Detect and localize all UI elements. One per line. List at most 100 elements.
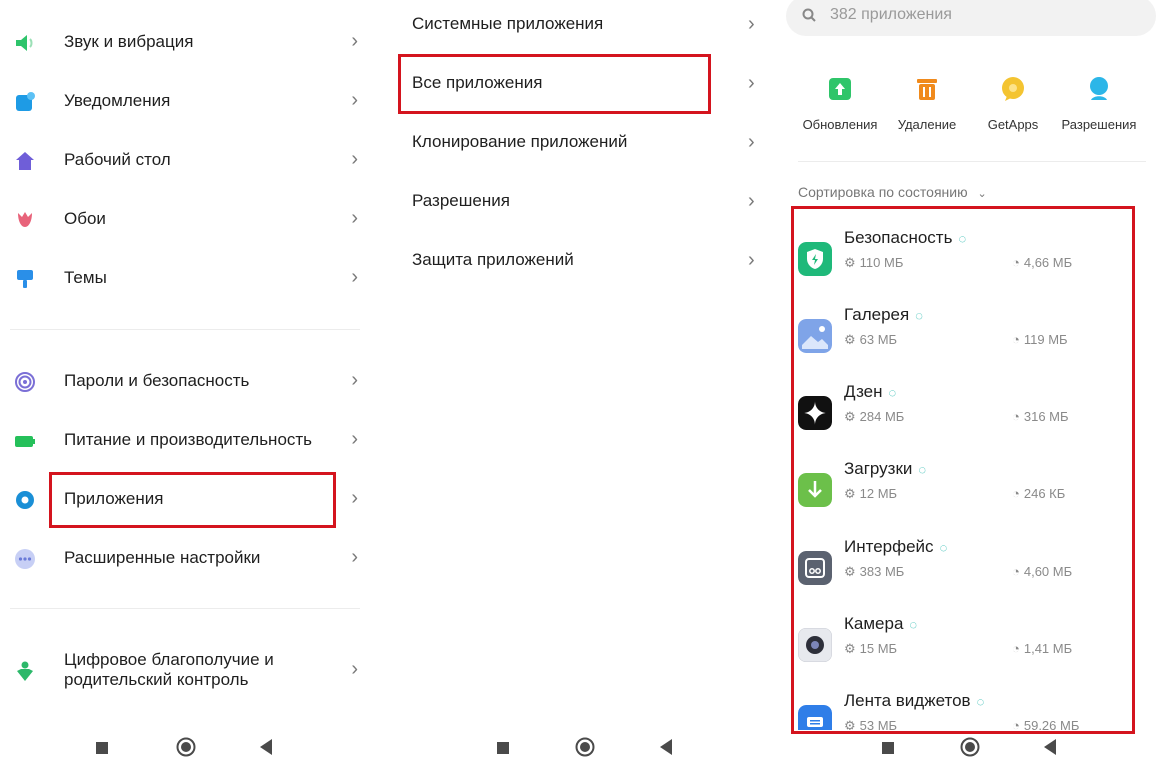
app-name: Безопасность ◌ (844, 228, 967, 247)
permissions-icon (1090, 77, 1108, 100)
menu-item-app-protection[interactable]: Защита приложений › (384, 236, 776, 286)
quick-action-uninstall[interactable]: Удаление (882, 74, 972, 132)
pie-icon: ◔ (1012, 564, 1020, 579)
settings-item-advanced[interactable]: Расширенные настройки › (0, 533, 378, 583)
menu-item-label: Разрешения (412, 191, 510, 210)
settings-item-apps[interactable]: Приложения › (0, 474, 378, 524)
trash-icon (917, 79, 937, 100)
quick-action-label: Разрешения (1061, 117, 1137, 132)
menu-item-label: Клонирование приложений (412, 132, 628, 151)
chevron-down-icon: ⌄ (977, 188, 987, 200)
settings-item-label: Темы (64, 268, 107, 287)
menu-item-label: Все приложения (412, 73, 543, 92)
loading-icon: ◌ (918, 462, 927, 478)
notification-icon (16, 92, 35, 111)
loading-icon: ◌ (909, 617, 918, 633)
search-placeholder: 382 приложения (830, 6, 952, 23)
quick-action-getapps[interactable]: GetApps (968, 74, 1058, 132)
app-row-camera[interactable]: Камера ◌ ⚙ 15 МБ ◔ 1,41 МБ (798, 614, 1138, 684)
menu-item-all-apps[interactable]: Все приложения › (384, 59, 776, 109)
settings-item-battery-performance[interactable]: Питание и производительность › (0, 415, 378, 465)
recent-apps-button[interactable] (882, 742, 894, 754)
settings-item-label-line2: родительский контроль (64, 670, 249, 689)
menu-item-app-cloning[interactable]: Клонирование приложений › (384, 118, 776, 168)
settings-item-label: Пароли и безопасность (64, 371, 250, 390)
chevron-right-icon: › (351, 148, 358, 170)
app-size: ⚙ 284 МБ (844, 409, 905, 424)
chevron-right-icon: › (748, 13, 755, 35)
chip-icon: ⚙ (844, 255, 856, 270)
pie-icon: ◔ (1012, 332, 1020, 347)
loading-icon: ◌ (958, 231, 967, 247)
back-button[interactable] (1044, 739, 1056, 755)
chevron-right-icon: › (351, 658, 358, 680)
menu-item-system-apps[interactable]: Системные приложения › (384, 0, 776, 50)
quick-action-label: Обновления (802, 117, 878, 132)
settings-item-label-line1: Цифровое благополучие и (64, 650, 274, 669)
quick-action-permissions[interactable]: Разрешения (1054, 74, 1144, 132)
settings-item-wellbeing[interactable]: Цифровое благополучие и родительский кон… (0, 644, 378, 704)
app-cache: ◔ 1,41 МБ (1012, 641, 1073, 656)
all-apps-panel: 382 приложения Обновления Удаление GetAp… (782, 0, 1162, 774)
chevron-right-icon: › (748, 190, 755, 212)
divider (10, 329, 360, 330)
settings-item-notifications[interactable]: Уведомления › (0, 76, 378, 126)
app-name: Дзен ◌ (844, 382, 897, 401)
menu-item-permissions[interactable]: Разрешения › (384, 177, 776, 227)
settings-item-label: Приложения (64, 489, 164, 508)
app-cache: ◔ 246 КБ (1012, 486, 1066, 501)
app-row-gallery[interactable]: Галерея ◌ ⚙ 63 МБ ◔ 119 МБ (798, 305, 1138, 375)
app-row-downloads[interactable]: Загрузки ◌ ⚙ 12 МБ ◔ 246 КБ (798, 459, 1138, 529)
chip-icon: ⚙ (844, 564, 856, 579)
app-size: ⚙ 12 МБ (844, 486, 898, 501)
sort-label: Сортировка по состоянию (798, 184, 968, 200)
search-icon (802, 8, 816, 22)
settings-item-themes[interactable]: Темы › (0, 253, 378, 303)
pie-icon: ◔ (1012, 409, 1020, 424)
menu-item-label: Защита приложений (412, 250, 574, 269)
app-name: Галерея ◌ (844, 305, 923, 324)
back-button[interactable] (660, 739, 672, 755)
home-button[interactable] (960, 737, 980, 757)
app-cache: ◔ 119 МБ (1012, 332, 1068, 347)
navigation-bar (782, 728, 1162, 774)
app-row-security[interactable]: Безопасность ◌ ⚙ 110 МБ ◔ 4,66 МБ (798, 228, 1138, 298)
sort-dropdown[interactable]: Сортировка по состоянию ⌄ (798, 184, 987, 200)
pie-icon: ◔ (1012, 255, 1020, 270)
settings-item-home-screen[interactable]: Рабочий стол › (0, 135, 378, 185)
back-button[interactable] (260, 739, 272, 755)
chevron-right-icon: › (351, 546, 358, 568)
settings-item-sound[interactable]: Звук и вибрация › (0, 17, 378, 67)
loading-icon: ◌ (976, 694, 985, 710)
update-icon (829, 78, 851, 100)
settings-item-label: Звук и вибрация (64, 32, 194, 51)
recent-apps-button[interactable] (497, 742, 509, 754)
chip-icon: ⚙ (844, 409, 856, 424)
settings-item-label: Питание и производительность (64, 430, 313, 449)
quick-action-updates[interactable]: Обновления (795, 74, 885, 132)
home-icon (16, 152, 34, 170)
navigation-bar (0, 728, 378, 774)
settings-item-passwords-security[interactable]: Пароли и безопасность › (0, 356, 378, 406)
pie-icon: ◔ (1012, 486, 1020, 501)
chevron-right-icon: › (351, 207, 358, 229)
gear-icon (16, 491, 34, 509)
recent-apps-button[interactable] (96, 742, 108, 754)
wellbeing-icon (17, 661, 33, 681)
home-button[interactable] (575, 737, 595, 757)
app-name: Загрузки ◌ (844, 459, 927, 478)
chevron-right-icon: › (748, 249, 755, 271)
shield-icon (798, 242, 832, 276)
app-row-interface[interactable]: Интерфейс ◌ ⚙ 383 МБ ◔ 4,60 МБ (798, 537, 1138, 607)
search-input[interactable]: 382 приложения (786, 0, 1156, 36)
chevron-right-icon: › (351, 487, 358, 509)
apps-menu-panel: Системные приложения › Все приложения › … (384, 0, 776, 774)
home-button[interactable] (176, 737, 196, 757)
app-row-zen[interactable]: Дзен ◌ ⚙ 284 МБ ◔ 316 МБ (798, 382, 1138, 452)
navigation-bar (384, 728, 776, 774)
chevron-right-icon: › (351, 428, 358, 450)
settings-item-wallpaper[interactable]: Обои › (0, 194, 378, 244)
menu-item-label: Системные приложения (412, 14, 604, 33)
chip-icon: ⚙ (844, 486, 856, 501)
settings-item-label: Рабочий стол (64, 150, 171, 169)
